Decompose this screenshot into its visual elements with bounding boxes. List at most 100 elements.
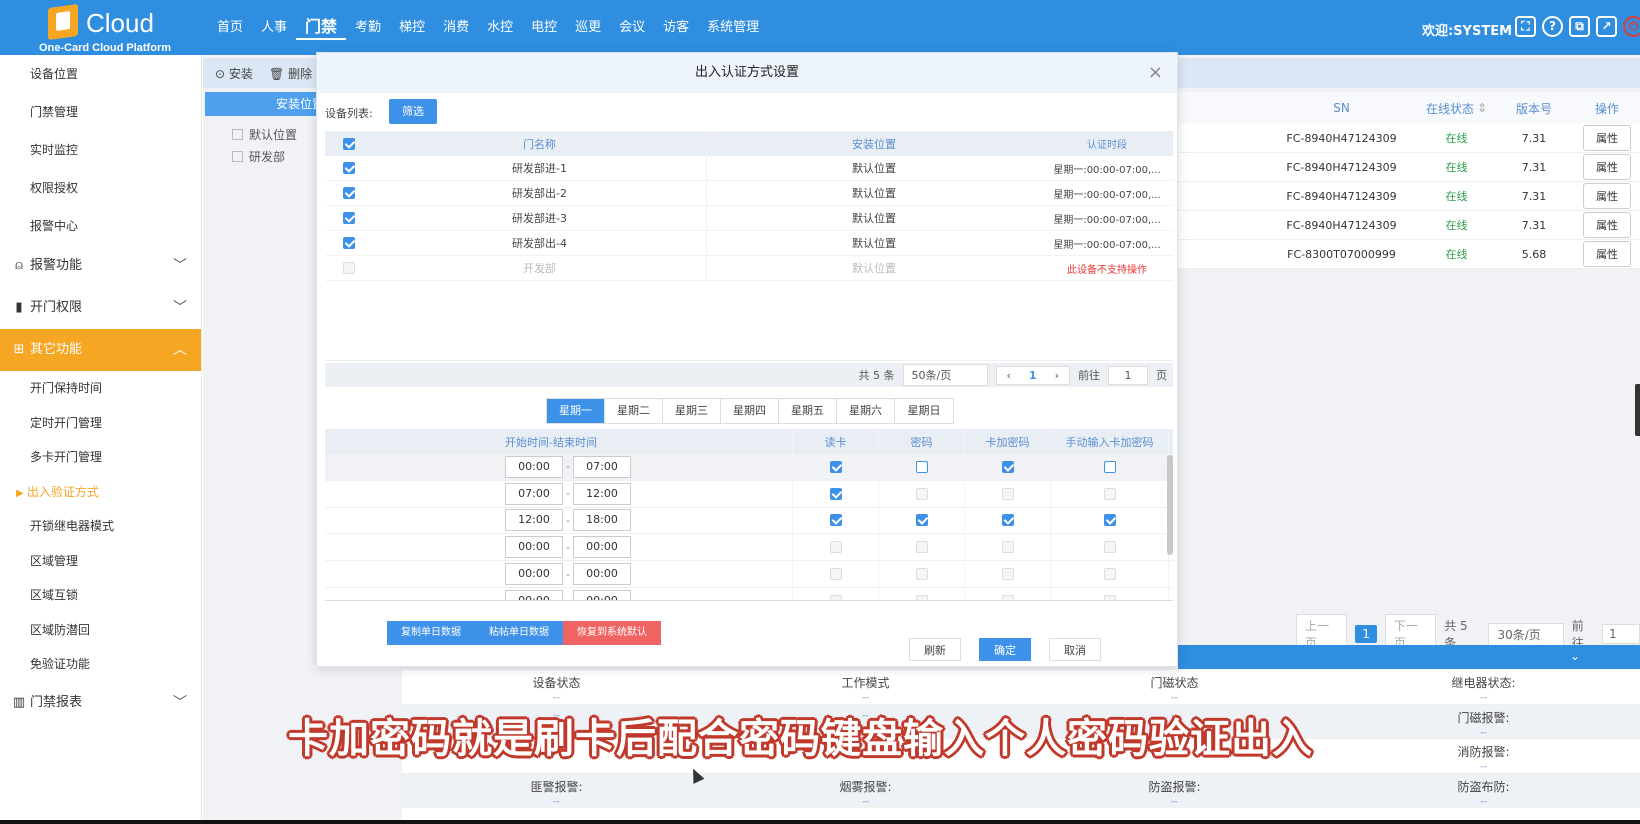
edge-handle[interactable] [1635, 384, 1640, 436]
tab-weekday[interactable]: 星期六 [837, 399, 895, 423]
tab-weekday[interactable]: 星期日 [895, 399, 953, 423]
sidebar-item[interactable]: 门禁管理 [0, 93, 201, 131]
end-time-input[interactable]: 18:00 [573, 509, 631, 532]
end-time-input[interactable]: 12:00 [573, 482, 631, 505]
time-table-scrollbar[interactable] [1167, 455, 1173, 555]
install-button[interactable]: ⊙ 安装 [215, 65, 253, 82]
filter-button[interactable]: 筛选 [389, 99, 437, 124]
sort-icon[interactable]: ⇕ [1477, 101, 1487, 115]
page-size-select[interactable]: 30条/页 [1488, 622, 1564, 646]
mode-checkbox[interactable] [915, 460, 928, 473]
chevron-down-icon[interactable]: ⌄ [1570, 649, 1580, 663]
sidebar-item[interactable]: 报警中心 [0, 207, 201, 245]
nav-item[interactable]: 访客 [654, 18, 698, 38]
properties-button[interactable]: 属性 [1583, 183, 1631, 209]
goto-input[interactable]: 1 [1601, 624, 1640, 644]
tree-checkbox[interactable] [232, 151, 243, 162]
sidebar-item[interactable]: 权限授权 [0, 169, 201, 207]
sidebar-group[interactable]: ▥ 门禁报表 ﹀ [0, 682, 201, 724]
sidebar-subitem[interactable]: 开锁继电器模式 [0, 509, 201, 544]
sidebar-item[interactable]: 设备位置 [0, 55, 201, 93]
select-all-checkbox[interactable] [343, 137, 355, 150]
close-icon[interactable]: × [1148, 53, 1163, 93]
end-time-input[interactable]: 00:00 [573, 563, 631, 586]
tab-weekday[interactable]: 星期三 [663, 399, 721, 423]
dialog-current-page[interactable]: 1 [1029, 369, 1037, 382]
mode-checkbox[interactable] [829, 460, 842, 473]
tree-node[interactable]: 研发部 [232, 148, 285, 165]
nav-item[interactable]: 水控 [478, 18, 522, 38]
fullscreen-icon[interactable]: ⛶ [1515, 16, 1536, 37]
cancel-button[interactable]: 取消 [1049, 638, 1101, 661]
nav-item[interactable]: 系统管理 [698, 18, 768, 38]
col-status[interactable]: 在线状态 ⇕ [1419, 92, 1494, 124]
nav-item[interactable]: 考勤 [346, 18, 390, 38]
chevron-down-icon[interactable]: ﹀ [173, 245, 187, 287]
properties-button[interactable]: 属性 [1583, 125, 1631, 151]
nav-item[interactable]: 门禁 [296, 16, 347, 40]
copy-day-button[interactable]: 复制单日数据 [387, 621, 475, 645]
delete-button[interactable]: 🗑 删除 [269, 65, 312, 82]
dialog-goto-input[interactable]: 1 [1108, 365, 1148, 385]
device-row[interactable]: 研发部出-2 默认位置 星期一:00:00-07:00,... [325, 181, 1173, 206]
properties-button[interactable]: 属性 [1583, 154, 1631, 180]
external-link-icon[interactable]: ↗ [1596, 16, 1617, 37]
chevron-up-icon[interactable]: ︿ [173, 329, 187, 371]
start-time-input[interactable]: 07:00 [505, 482, 563, 505]
confirm-button[interactable]: 确定 [979, 638, 1031, 661]
start-time-input[interactable]: 12:00 [505, 509, 563, 532]
tab-weekday[interactable]: 星期五 [779, 399, 837, 423]
dialog-page-size[interactable]: 50条/页 [902, 364, 988, 386]
mode-checkbox[interactable] [915, 514, 928, 527]
mode-checkbox[interactable] [829, 514, 842, 527]
row-checkbox[interactable] [343, 212, 355, 224]
nav-item[interactable]: 巡更 [566, 18, 610, 38]
refresh-button[interactable]: 刷新 [909, 638, 961, 661]
device-row[interactable]: 研发部出-4 默认位置 星期一:00:00-07:00,... [325, 231, 1173, 256]
sidebar-group[interactable]: ⊞ 其它功能 ︿ [0, 329, 201, 371]
tab-weekday[interactable]: 星期二 [605, 399, 663, 423]
device-row[interactable]: 研发部进-3 默认位置 星期一:00:00-07:00,... [325, 206, 1173, 231]
mode-checkbox[interactable] [1103, 514, 1116, 527]
row-checkbox[interactable] [343, 162, 355, 174]
sidebar-subitem[interactable]: 区域管理 [0, 544, 201, 579]
tree-checkbox[interactable] [232, 129, 243, 140]
paste-day-button[interactable]: 粘帖单日数据 [475, 621, 563, 645]
mode-checkbox[interactable] [829, 487, 842, 500]
power-icon[interactable]: ⏻ [1623, 16, 1640, 37]
properties-button[interactable]: 属性 [1583, 241, 1631, 267]
help-icon[interactable]: ? [1542, 16, 1563, 37]
tab-weekday[interactable]: 星期四 [721, 399, 779, 423]
nav-item[interactable]: 首页 [208, 18, 252, 38]
end-time-input[interactable]: 00:00 [573, 536, 631, 559]
tab-weekday[interactable]: 星期一 [547, 399, 605, 423]
tree-node[interactable]: 默认位置 [232, 126, 297, 143]
properties-button[interactable]: 属性 [1583, 212, 1631, 238]
nav-item[interactable]: 消费 [434, 18, 478, 38]
sidebar-subitem[interactable]: 多卡开门管理 [0, 440, 201, 475]
restore-default-button[interactable]: 恢复到系统默认 [563, 621, 661, 645]
row-checkbox[interactable] [343, 187, 355, 199]
device-row[interactable]: 开发部 默认位置 此设备不支持操作 [325, 256, 1173, 281]
sidebar-subitem[interactable]: 开门保持时间 [0, 371, 201, 406]
row-checkbox[interactable] [343, 237, 355, 249]
device-row[interactable]: 研发部进-1 默认位置 星期一:00:00-07:00,... [325, 156, 1173, 181]
chevron-down-icon[interactable]: ﹀ [173, 682, 187, 724]
sidebar-subitem[interactable]: 区域防潜回 [0, 613, 201, 648]
details-bar[interactable]: ⌄ [1178, 645, 1640, 669]
chevron-right-icon[interactable]: › [1055, 369, 1059, 382]
chevron-down-icon[interactable]: ﹀ [173, 287, 187, 329]
end-time-input[interactable]: 07:00 [573, 455, 631, 478]
nav-item[interactable]: 电控 [522, 18, 566, 38]
switch-icon[interactable]: ⧉ [1569, 16, 1590, 37]
mode-checkbox[interactable] [1001, 460, 1014, 473]
start-time-input[interactable]: 00:00 [505, 455, 563, 478]
sidebar-group[interactable]: ⍝ 报警功能 ﹀ [0, 245, 201, 287]
sidebar-subitem[interactable]: 定时开门管理 [0, 406, 201, 441]
nav-item[interactable]: 梯控 [390, 18, 434, 38]
end-time-input[interactable]: 00:00 [573, 589, 631, 600]
chevron-left-icon[interactable]: ‹ [1007, 369, 1011, 382]
start-time-input[interactable]: 00:00 [505, 536, 563, 559]
start-time-input[interactable]: 00:00 [505, 563, 563, 586]
mode-checkbox[interactable] [1103, 460, 1116, 473]
